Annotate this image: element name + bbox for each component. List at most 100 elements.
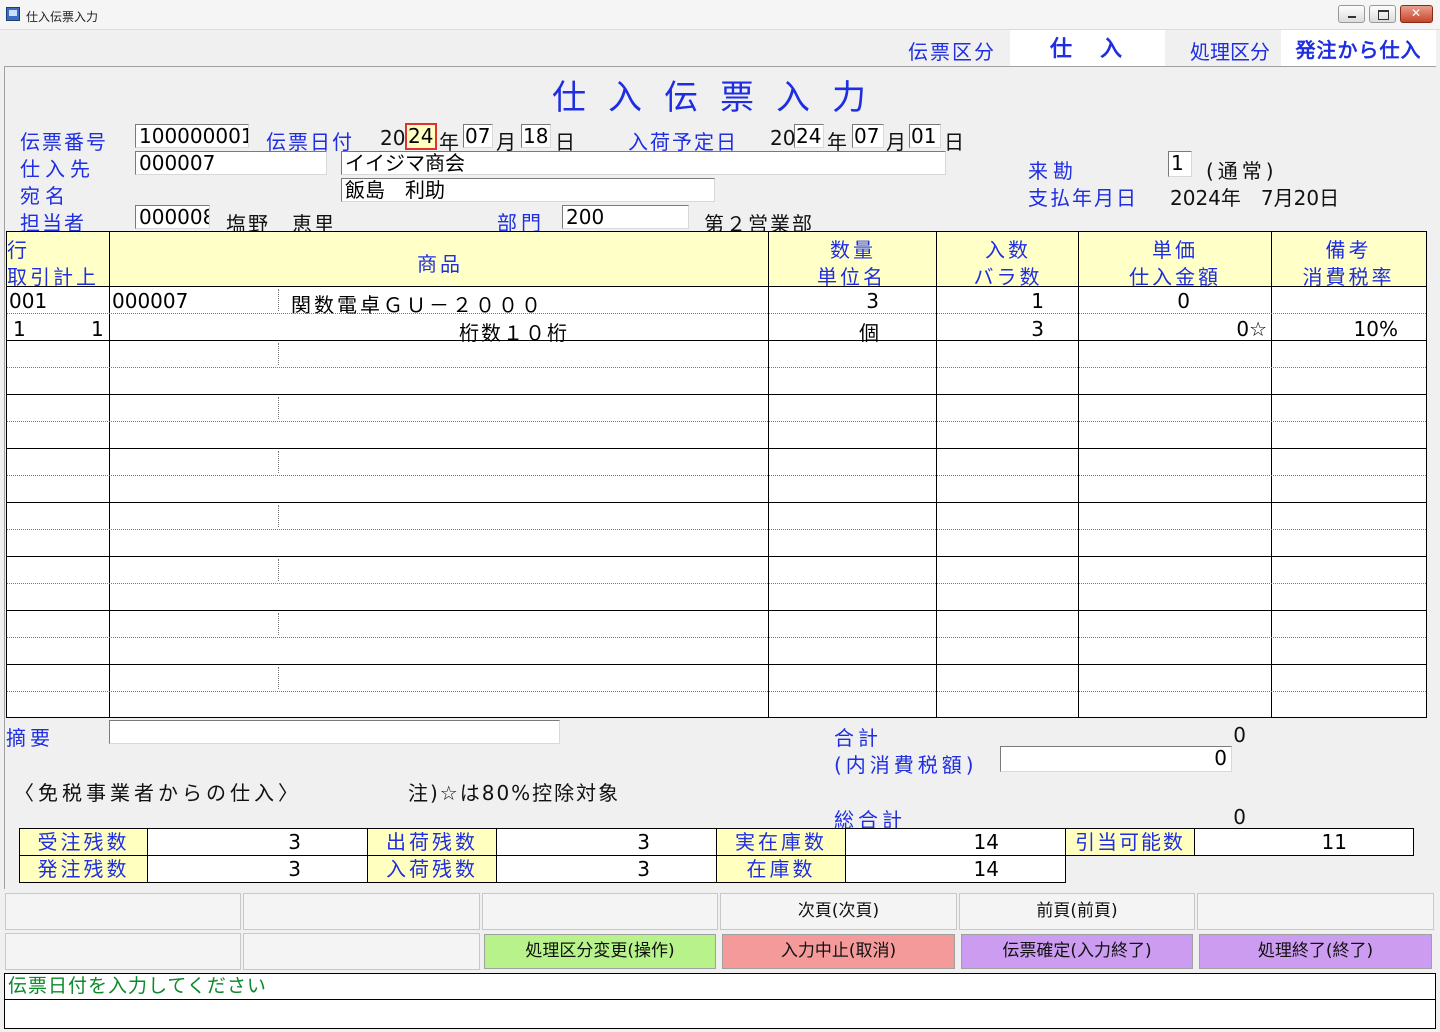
order-remain-label: 受注残数 (19, 828, 148, 856)
function-button-empty[interactable] (243, 893, 480, 930)
grid-dotted-line (7, 691, 1426, 692)
total-value: 0 (1233, 723, 1246, 747)
confirm-slip-button[interactable]: 伝票確定(入力終了) (961, 934, 1193, 969)
allocatable-value: 11 (1194, 828, 1414, 856)
tax-field: 0 (1000, 746, 1232, 772)
app-icon (6, 7, 20, 21)
slip-type-label: 伝票区分 (908, 40, 996, 64)
dept-code-field[interactable]: 200 (562, 205, 689, 229)
supplier-code-field[interactable]: 000007 (135, 151, 327, 175)
grid-dotted-line (7, 367, 1426, 368)
function-button-empty[interactable] (243, 933, 480, 970)
secondary-status-bar (4, 1000, 1436, 1029)
pay-date-label: 支払年月日 (1028, 186, 1138, 210)
grid-divider (7, 394, 1426, 395)
end-process-button[interactable]: 処理終了(終了) (1199, 934, 1432, 969)
cell-amount: 0☆ (1236, 317, 1267, 341)
visit-code-field[interactable]: 1 (1168, 151, 1192, 177)
window-titlebar: 仕入伝票入力 (0, 0, 1440, 30)
function-button-empty[interactable] (482, 893, 718, 930)
grid-dotted-line (7, 313, 1426, 314)
grid-divider (7, 340, 1426, 341)
order-remain-value: 3 (147, 828, 368, 856)
arrival-remain-value: 3 (496, 855, 717, 883)
tax-label: (内消費税額) (834, 753, 978, 777)
addressee-field[interactable]: 飯島 利助 (341, 178, 715, 202)
slip-date-year-field[interactable]: 24 (405, 123, 437, 150)
grid-dotted-line (278, 667, 279, 689)
cell-product-code[interactable]: 000007 (112, 289, 188, 313)
memo-field[interactable] (109, 720, 560, 744)
grand-total-value: 0 (1233, 805, 1246, 829)
grid-dotted-line (278, 289, 279, 311)
prev-page-button[interactable]: 前頁(前頁) (959, 893, 1195, 930)
function-button-empty[interactable] (5, 893, 241, 930)
ship-remain-label: 出荷残数 (367, 828, 497, 856)
po-remain-value: 3 (147, 855, 368, 883)
grid-dotted-line (278, 613, 279, 635)
memo-label: 摘要 (6, 726, 54, 750)
grid-dotted-line (7, 637, 1426, 638)
actual-stock-value: 14 (845, 828, 1066, 856)
arrival-month-field[interactable]: 07 (852, 124, 884, 148)
function-button-empty[interactable] (1197, 893, 1434, 930)
staff-code-field[interactable]: 000008 (135, 205, 210, 229)
header-product: 商品 (417, 252, 463, 276)
cancel-input-button[interactable]: 入力中止(取消) (722, 934, 955, 969)
deduct-note: 注)☆は80%控除対象 (408, 781, 621, 805)
detail-grid: 行 取引計上 商品 数量 単位名 入数 バラ数 単価 仕入金額 備考 消費税率 … (6, 231, 1427, 718)
minimize-button[interactable] (1338, 5, 1365, 23)
slip-date-day-field[interactable]: 18 (521, 124, 551, 148)
arrival-remain-label: 入荷残数 (367, 855, 497, 883)
cell-per-case[interactable]: 1 (937, 289, 1044, 313)
grid-dotted-line (278, 505, 279, 527)
grid-dotted-line (7, 421, 1426, 422)
grid-dotted-line (7, 583, 1426, 584)
change-mode-button[interactable]: 処理区分変更(操作) (484, 934, 716, 969)
stock-value: 14 (845, 855, 1066, 883)
grid-dotted-line (278, 397, 279, 419)
arrival-day-field[interactable]: 01 (909, 124, 941, 148)
grid-divider (7, 286, 1426, 287)
process-type-label: 処理区分 (1190, 40, 1270, 64)
cell-tx-a: 1 (13, 317, 26, 341)
supplier-name-field[interactable]: イイジマ商会 (341, 151, 946, 175)
arrival-year-field[interactable]: 24 (794, 124, 824, 148)
cell-tax-rate: 10% (1353, 317, 1398, 341)
process-type-value: 発注から仕入 (1281, 30, 1436, 66)
header-unit-price: 単価 (1152, 238, 1198, 262)
slip-date-prefix: 20 (380, 126, 406, 150)
grid-dotted-line (278, 451, 279, 473)
grid-divider (7, 448, 1426, 449)
grid-divider (7, 502, 1426, 503)
cell-row-no: 001 (9, 289, 48, 313)
grid-dotted-line (278, 343, 279, 365)
stock-label: 在庫数 (716, 855, 846, 883)
grid-divider (7, 664, 1426, 665)
visit-label: 来勘 (1028, 159, 1078, 183)
arrival-date-prefix: 20 (770, 126, 796, 150)
form-title: 仕入伝票入力 (552, 78, 888, 118)
slip-no-label: 伝票番号 (20, 130, 108, 154)
allocatable-label: 引当可能数 (1065, 828, 1195, 856)
header-per-case: 入数 (985, 238, 1031, 262)
header-qty: 数量 (830, 238, 876, 262)
cell-loose[interactable]: 3 (937, 317, 1044, 341)
close-button[interactable] (1400, 5, 1433, 23)
slip-no-field[interactable]: 100000001 (135, 124, 249, 148)
function-button-empty[interactable] (5, 933, 241, 970)
grid-dotted-line (7, 475, 1426, 476)
arrival-day-char: 日 (944, 130, 964, 154)
grid-divider (7, 610, 1426, 611)
total-label: 合計 (834, 726, 882, 750)
cell-unit-price[interactable]: 0 (1079, 289, 1190, 313)
grid-dotted-line (7, 529, 1426, 530)
cell-unit: 個 (859, 321, 879, 345)
header-note: 備考 (1325, 238, 1372, 262)
addressee-label: 宛名 (20, 184, 70, 208)
maximize-button[interactable] (1369, 5, 1396, 23)
slip-date-month-field[interactable]: 07 (463, 124, 493, 148)
visit-desc: (通常) (1206, 159, 1278, 183)
next-page-button[interactable]: 次頁(次頁) (720, 893, 957, 930)
cell-qty[interactable]: 3 (769, 289, 879, 313)
